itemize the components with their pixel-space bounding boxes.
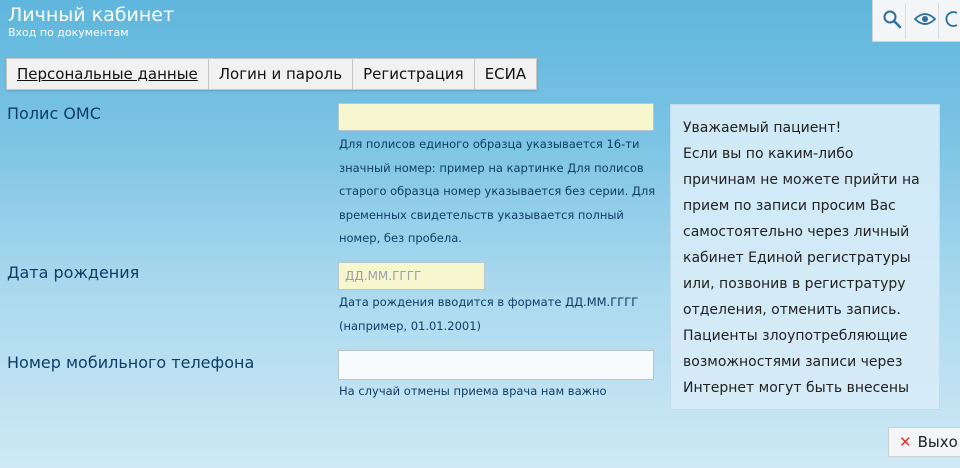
notice-line: причинам не можете прийти на <box>683 172 920 188</box>
close-icon: ✕ <box>899 433 912 451</box>
notice-line: самостоятельно через личный <box>683 224 910 240</box>
polis-label: Полис ОМС <box>7 104 101 123</box>
page-title: Личный кабинет <box>8 4 175 26</box>
phone-hint: На случай отмены приема врача нам важно <box>339 384 607 398</box>
polis-input[interactable] <box>338 103 654 131</box>
notice-line: Уважаемый пациент! <box>683 120 842 136</box>
phone-input[interactable] <box>338 350 654 380</box>
search-icon <box>882 9 902 33</box>
notice-line: или, позвонив в регистратуру <box>683 276 906 292</box>
notice-line: Пациенты злоупотребляющие <box>683 328 908 344</box>
exit-button[interactable]: ✕ Выхо <box>888 427 960 457</box>
tab-bar: Персональные данные Логин и пароль Регис… <box>6 58 538 90</box>
notice-line: в черные списки, после чего <box>683 401 929 409</box>
birthdate-label: Дата рождения <box>7 263 140 282</box>
birthdate-hint: Дата рождения вводится в формате ДД.ММ.Г… <box>339 295 639 333</box>
notice-line: возможностями записи через <box>683 354 903 370</box>
notice-line: отделения, отменить запись. <box>683 302 901 318</box>
eye-icon <box>913 11 937 31</box>
tab-esia[interactable]: ЕСИА <box>475 59 536 89</box>
patient-notice: Уважаемый пациент! Если вы по каким-либо… <box>670 104 940 410</box>
tab-registration[interactable]: Регистрация <box>353 59 475 89</box>
birthdate-input[interactable] <box>338 262 485 290</box>
tab-login-password[interactable]: Логин и пароль <box>209 59 354 89</box>
search-button[interactable] <box>879 2 907 39</box>
page-header: Личный кабинет Вход по документам <box>8 4 174 40</box>
partial-icon <box>945 10 959 32</box>
phone-label: Номер мобильного телефона <box>7 353 255 372</box>
notice-line: Интернет могут быть внесены <box>683 380 910 396</box>
partial-tool-button[interactable] <box>945 3 960 39</box>
notice-line: Если вы по каким-либо <box>683 146 854 162</box>
page-subtitle: Вход по документам <box>8 26 129 39</box>
view-button[interactable] <box>912 2 940 39</box>
toolbar <box>872 0 960 42</box>
exit-label: Выхо <box>917 433 958 451</box>
tab-personal-data[interactable]: Персональные данные <box>7 59 209 89</box>
notice-line: прием по записи просим Вас <box>683 198 896 214</box>
notice-line: кабинет Единой регистратуры <box>683 250 911 266</box>
polis-hint: Для полисов единого образца указывается … <box>339 137 656 245</box>
